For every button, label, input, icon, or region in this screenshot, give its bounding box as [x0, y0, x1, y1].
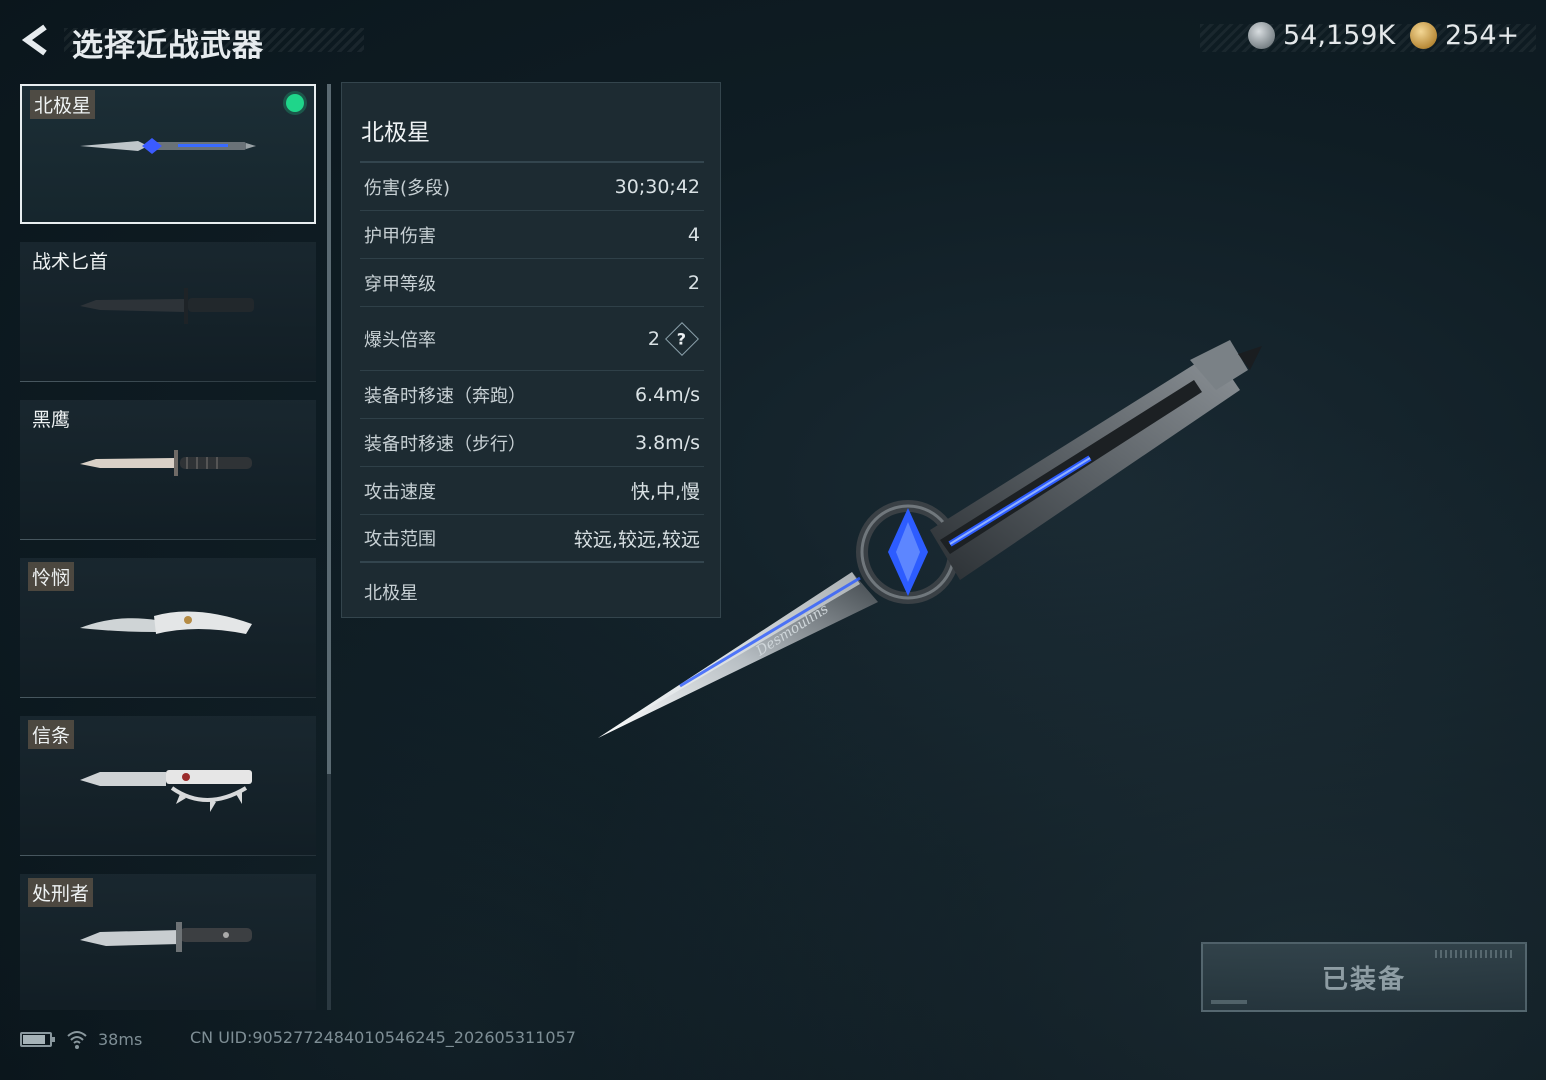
weapon-card-beijixing[interactable]: 北极星 [20, 84, 316, 224]
equipped-indicator-icon [286, 94, 304, 112]
back-button[interactable] [16, 22, 56, 58]
stat-value: 4 [687, 223, 700, 246]
knife-thumbnail-icon [80, 770, 252, 812]
weapon-card-label: 处刑者 [28, 878, 94, 907]
stat-row-armor-damage: 护甲伤害 4 [360, 211, 704, 259]
weapon-card-label: 北极星 [30, 90, 96, 119]
stat-value: 30;30;42 [614, 175, 700, 198]
weapon-card-label: 黑鹰 [32, 409, 71, 431]
weapon-card-xintiao[interactable]: 信条 [20, 716, 316, 856]
currency-silver-value: 54,159K [1283, 20, 1396, 51]
list-scrollbar-thumb[interactable] [327, 84, 331, 774]
weapon-card-zhanshubishou[interactable]: 战术匕首 [20, 242, 316, 382]
knife-thumbnail-icon [80, 450, 252, 476]
back-arrow-icon [21, 24, 47, 56]
stats-title: 北极星 [361, 120, 430, 146]
page-title: 选择近战武器 [72, 28, 264, 64]
battery-icon [20, 1031, 55, 1047]
stat-row-penetration: 穿甲等级 2 [360, 259, 704, 307]
stat-label: 护甲伤害 [364, 225, 436, 247]
weapon-preview-image[interactable]: Desmoulins [590, 340, 1280, 760]
weapon-card-lianmin[interactable]: 怜悯 [20, 558, 316, 698]
equipped-button[interactable]: 已装备 [1201, 942, 1527, 1012]
stat-label: 攻击范围 [364, 529, 436, 550]
button-decoration [1435, 950, 1515, 958]
currency-silver[interactable]: 54,159K [1248, 20, 1395, 51]
stat-label: 伤害(多段) [364, 177, 451, 199]
status-footer: 38ms [20, 1026, 142, 1052]
currency-gold-value: 254+ [1445, 20, 1520, 51]
button-decoration [1211, 1000, 1247, 1004]
silver-coin-icon [1248, 22, 1275, 49]
knife-thumbnail-icon [80, 922, 252, 952]
weapon-card-label: 怜悯 [28, 562, 75, 591]
gold-coin-icon [1410, 22, 1437, 49]
ping-value: 38ms [98, 1029, 143, 1049]
weapon-card-chuxingzhe[interactable]: 处刑者 [20, 874, 316, 1010]
weapon-list[interactable]: 北极星 战术匕首 黑鹰 怜悯 信条 处刑者 [20, 84, 316, 1010]
wifi-icon [67, 1031, 87, 1049]
stat-label: 装备时移速（步行） [364, 433, 526, 455]
stat-row-damage: 伤害(多段) 30;30;42 [360, 163, 704, 211]
weapon-card-heiying[interactable]: 黑鹰 [20, 400, 316, 540]
header: 选择近战武器 54,159K 254+ [0, 0, 1546, 80]
currency-gold[interactable]: 254+ [1410, 20, 1519, 51]
knife-thumbnail-icon [80, 138, 256, 154]
stat-label: 爆头倍率 [364, 329, 436, 351]
stat-value: 2 [687, 271, 700, 294]
weapon-card-label: 信条 [28, 720, 75, 749]
stat-label: 穿甲等级 [364, 273, 436, 295]
stats-description: 北极星 [364, 583, 418, 604]
equipped-button-label: 已装备 [1321, 964, 1406, 995]
knife-thumbnail-icon [80, 611, 252, 634]
stat-label: 装备时移速（奔跑） [364, 385, 526, 407]
user-uid: CN UID:9052772484010546245_202605311057 [190, 1028, 576, 1047]
knife-thumbnail-icon [80, 288, 254, 324]
stat-label: 攻击速度 [364, 481, 436, 503]
weapon-card-label: 战术匕首 [32, 251, 109, 273]
list-scrollbar[interactable] [327, 84, 331, 1010]
